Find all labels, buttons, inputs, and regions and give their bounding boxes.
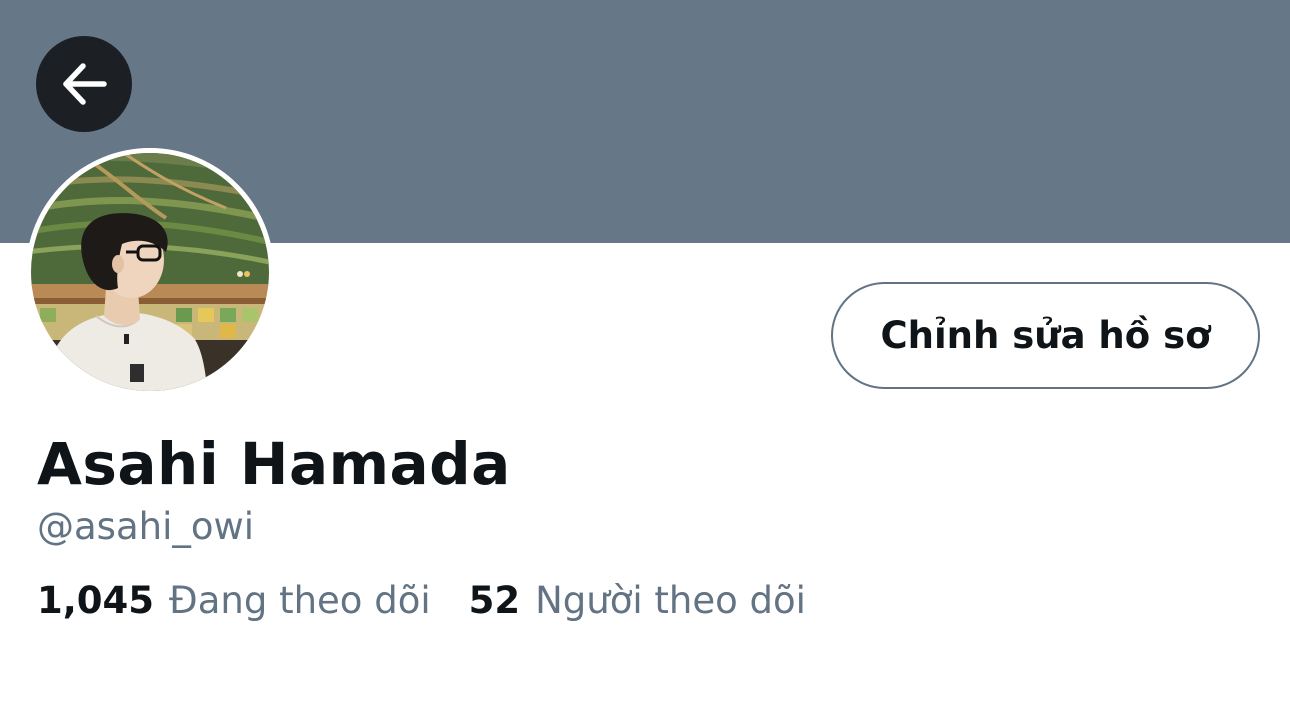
followers-count: 52 [468,579,521,622]
followers-label: Người theo dõi [535,579,806,622]
arrow-left-icon [63,63,107,105]
followers-link[interactable]: 52 Người theo dõi [469,576,806,626]
following-label: Đang theo dõi [169,579,431,622]
following-count: 1,045 [37,579,155,622]
edit-profile-button[interactable]: Chỉnh sửa hồ sơ [831,282,1260,389]
avatar-photo [26,148,274,396]
avatar[interactable] [26,148,274,396]
back-button[interactable] [36,36,132,132]
follow-stats: 1,045 Đang theo dõi 52 Người theo dõi [37,576,806,626]
following-link[interactable]: 1,045 Đang theo dõi [37,576,431,626]
display-name: Asahi Hamada [37,430,511,498]
user-handle: @asahi_owi [37,505,255,548]
profile-page: Chỉnh sửa hồ sơ Asahi Hamada @asahi_owi … [0,0,1290,710]
